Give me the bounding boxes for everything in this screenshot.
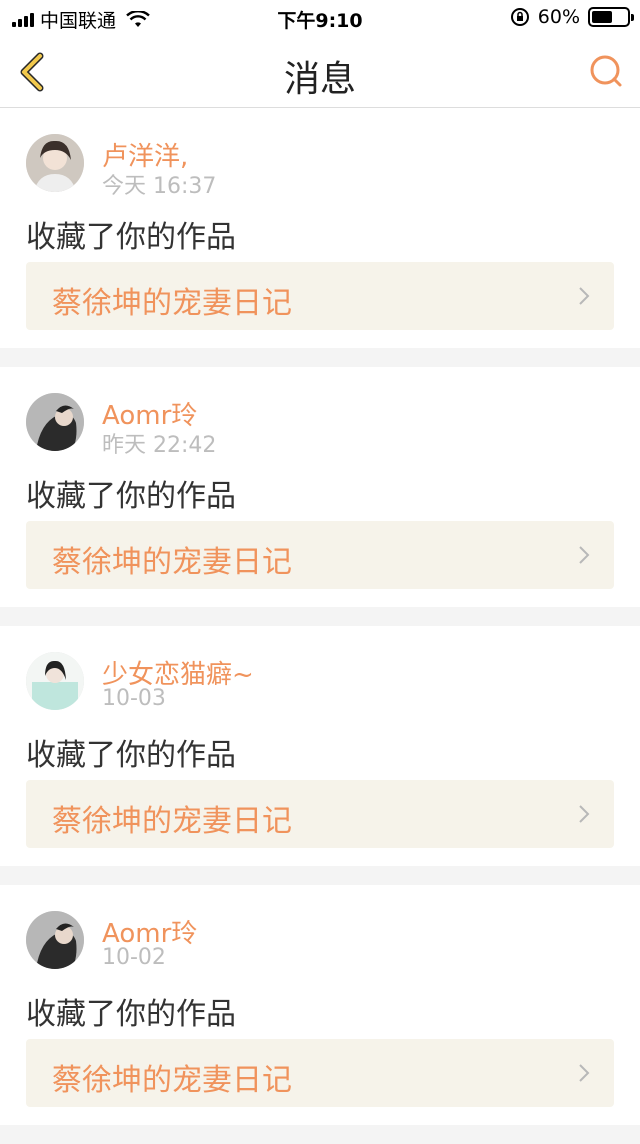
status-right: 60% xyxy=(510,6,634,28)
chevron-right-icon xyxy=(579,287,590,305)
work-title: 蔡徐坤的宠妻日记 xyxy=(52,286,292,321)
chevron-right-icon xyxy=(579,1064,590,1082)
work-title: 蔡徐坤的宠妻日记 xyxy=(52,804,292,839)
chevron-right-icon xyxy=(579,805,590,823)
action-text: 收藏了你的作品 xyxy=(26,220,236,255)
work-link[interactable]: 蔡徐坤的宠妻日记 xyxy=(26,521,614,589)
search-icon xyxy=(590,55,622,87)
message-time: 10-03 xyxy=(102,686,166,711)
message-time: 今天 16:37 xyxy=(102,174,217,199)
work-link[interactable]: 蔡徐坤的宠妻日记 xyxy=(26,1039,614,1107)
battery-percent: 60% xyxy=(537,6,580,28)
rotation-lock-icon xyxy=(510,8,529,26)
work-title: 蔡徐坤的宠妻日记 xyxy=(52,1063,292,1098)
avatar[interactable] xyxy=(26,393,84,451)
action-text: 收藏了你的作品 xyxy=(26,997,236,1032)
avatar[interactable] xyxy=(26,911,84,969)
work-title: 蔡徐坤的宠妻日记 xyxy=(52,545,292,580)
chevron-right-icon xyxy=(579,546,590,564)
status-bar: 中国联通 下午9:10 60% xyxy=(0,0,640,36)
message-time: 昨天 22:42 xyxy=(102,433,217,458)
message-card[interactable]: Aomr玲 昨天 22:42 收藏了你的作品 蔡徐坤的宠妻日记 xyxy=(0,367,640,607)
message-card[interactable]: 少女恋猫癖~ 10-03 收藏了你的作品 蔡徐坤的宠妻日记 xyxy=(0,626,640,866)
search-button[interactable] xyxy=(586,50,626,94)
avatar[interactable] xyxy=(26,134,84,192)
nav-bar: 消息 xyxy=(0,36,640,108)
message-list: 卢洋洋, 今天 16:37 收藏了你的作品 蔡徐坤的宠妻日记 Aomr玲 昨天 … xyxy=(0,108,640,1144)
message-time: 10-02 xyxy=(102,945,166,970)
work-link[interactable]: 蔡徐坤的宠妻日记 xyxy=(26,780,614,848)
action-text: 收藏了你的作品 xyxy=(26,738,236,773)
avatar[interactable] xyxy=(26,652,84,710)
message-card[interactable]: Aomr玲 10-02 收藏了你的作品 蔡徐坤的宠妻日记 xyxy=(0,885,640,1125)
battery-icon xyxy=(588,7,634,27)
message-card[interactable]: 卢洋洋, 今天 16:37 收藏了你的作品 蔡徐坤的宠妻日记 xyxy=(0,108,640,348)
page-title: 消息 xyxy=(283,59,356,100)
work-link[interactable]: 蔡徐坤的宠妻日记 xyxy=(26,262,614,330)
action-text: 收藏了你的作品 xyxy=(26,479,236,514)
